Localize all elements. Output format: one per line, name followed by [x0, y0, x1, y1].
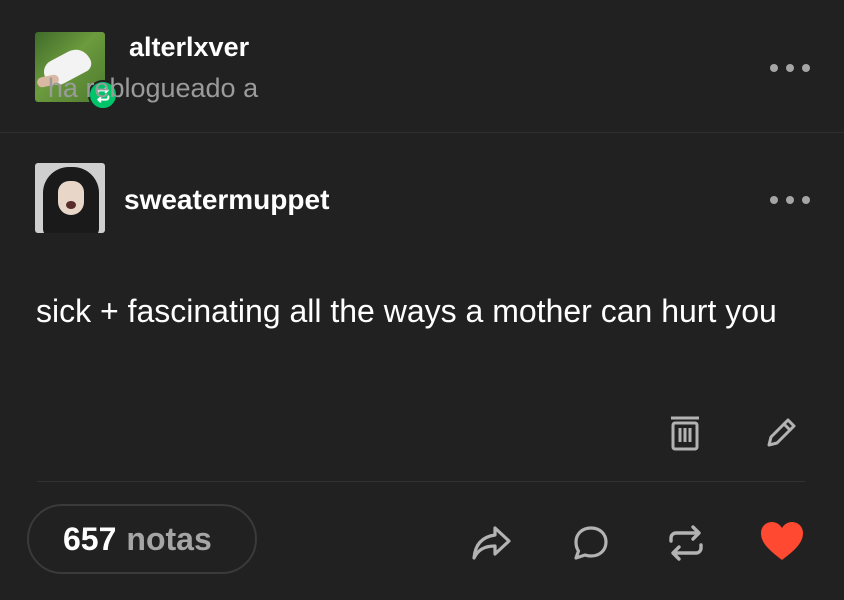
reblog-header-text: alterlxver ha reblogueado a [48, 30, 258, 103]
heart-icon[interactable] [758, 517, 806, 565]
avatar-face [58, 181, 84, 215]
author-username[interactable]: sweatermuppet [124, 183, 329, 217]
trash-icon[interactable] [663, 410, 707, 454]
footer-divider [37, 481, 805, 482]
notes-button[interactable]: 657 notas [27, 504, 257, 574]
more-dots-icon[interactable] [770, 58, 810, 78]
post-text: sick + fascinating all the ways a mother… [36, 293, 777, 329]
reblog-action-text: ha reblogueado a [47, 73, 259, 103]
reblog-icon[interactable] [662, 519, 710, 567]
pencil-icon[interactable] [760, 410, 804, 454]
author-avatar[interactable] [35, 163, 105, 233]
avatar-mouth [66, 201, 76, 209]
reblogger-username[interactable]: alterlxver [129, 32, 249, 62]
reply-bubble-icon[interactable] [567, 519, 615, 567]
reblog-header: alterlxver ha reblogueado a [0, 0, 844, 133]
notes-label: notas [126, 520, 212, 557]
share-icon[interactable] [468, 519, 516, 567]
more-dots-icon[interactable] [770, 190, 810, 210]
post-card: alterlxver ha reblogueado a sweatermuppe… [0, 0, 844, 600]
notes-count: 657 [63, 520, 117, 557]
